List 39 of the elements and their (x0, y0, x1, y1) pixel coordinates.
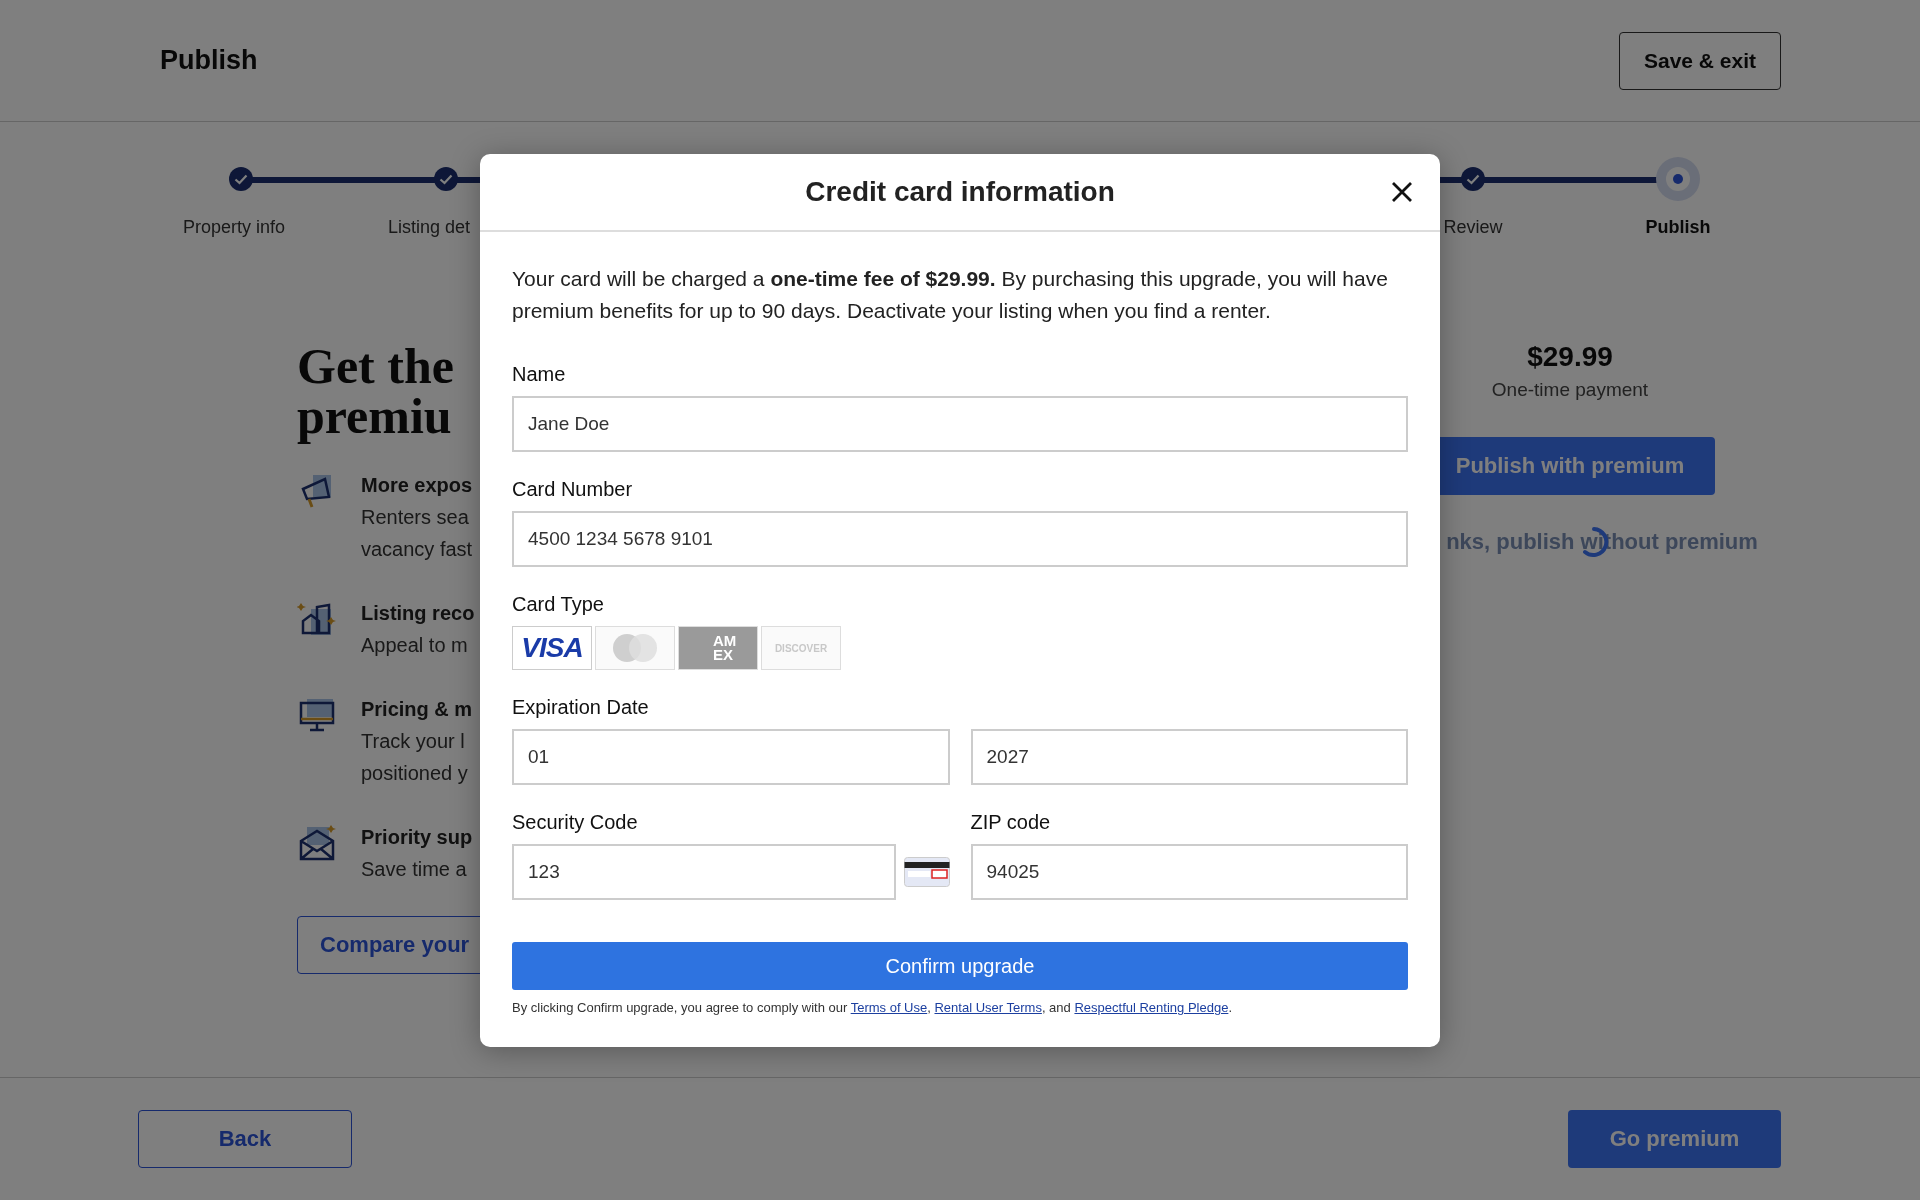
price-note: One-time payment (1491, 379, 1649, 401)
feature-description: Track your l (361, 729, 466, 754)
zip-code-field[interactable]: 94025 (970, 844, 1408, 900)
envelope-icon (297, 823, 337, 863)
price: $29.99 (1527, 341, 1613, 373)
charge-notice: Your card will be charged a one-time fee of $29.99. By purchasing this upgrade, you will have premium benefits for up to 90 days. Deactivate your listing when you find a renter. (512, 266, 1389, 324)
field-label: Expiration Date (512, 696, 650, 719)
feature-title: Priority sup (361, 825, 473, 850)
page-title: Publish (160, 45, 258, 76)
confirm-upgrade-button[interactable]: Confirm upgrade (512, 942, 1408, 990)
feature-title: Listing reco (361, 601, 475, 626)
save-exit-button[interactable]: Save & exit (1619, 31, 1781, 90)
close-icon[interactable] (1390, 180, 1414, 204)
visa-card-option[interactable]: VISA (512, 626, 592, 670)
expiration-year-field[interactable]: 2027 (970, 729, 1408, 785)
card-back-icon (903, 857, 950, 887)
feature-description: positioned y (361, 761, 469, 786)
feature-title: Pricing & m (361, 697, 473, 722)
card-number-field[interactable]: 4500 1234 5678 9101 (512, 511, 1408, 567)
dialog-title: Credit card information (805, 176, 1115, 208)
field-label: Card Type (512, 593, 605, 616)
step-label: Listing det (388, 217, 471, 238)
step-label: Publish (1645, 217, 1711, 238)
security-code-field[interactable]: 123 (512, 844, 896, 900)
field-label: Card Number (512, 478, 634, 501)
feature-description: Save time a (361, 857, 468, 882)
step-label: Review (1443, 217, 1503, 238)
terms-link[interactable]: Rental User Terms (934, 1000, 1042, 1015)
feature-description: vacancy fast (361, 537, 473, 562)
field-label: ZIP code (970, 811, 1052, 834)
feature-description: Renters sea (361, 505, 470, 530)
field-label: Name (512, 363, 567, 386)
field-label: Security Code (512, 811, 639, 834)
feature-title: More expos (361, 473, 473, 498)
name-field[interactable]: Jane Doe (512, 396, 1408, 452)
step-label: Property info (183, 217, 286, 238)
feature-description: Appeal to m (361, 633, 469, 658)
expiration-month-field[interactable]: 01 (512, 729, 950, 785)
terms-notice: By clicking Confirm upgrade, you agree to comply with our Terms of Use, Rental User Terms, and Respectful Renting Pledge. (512, 1000, 1233, 1015)
